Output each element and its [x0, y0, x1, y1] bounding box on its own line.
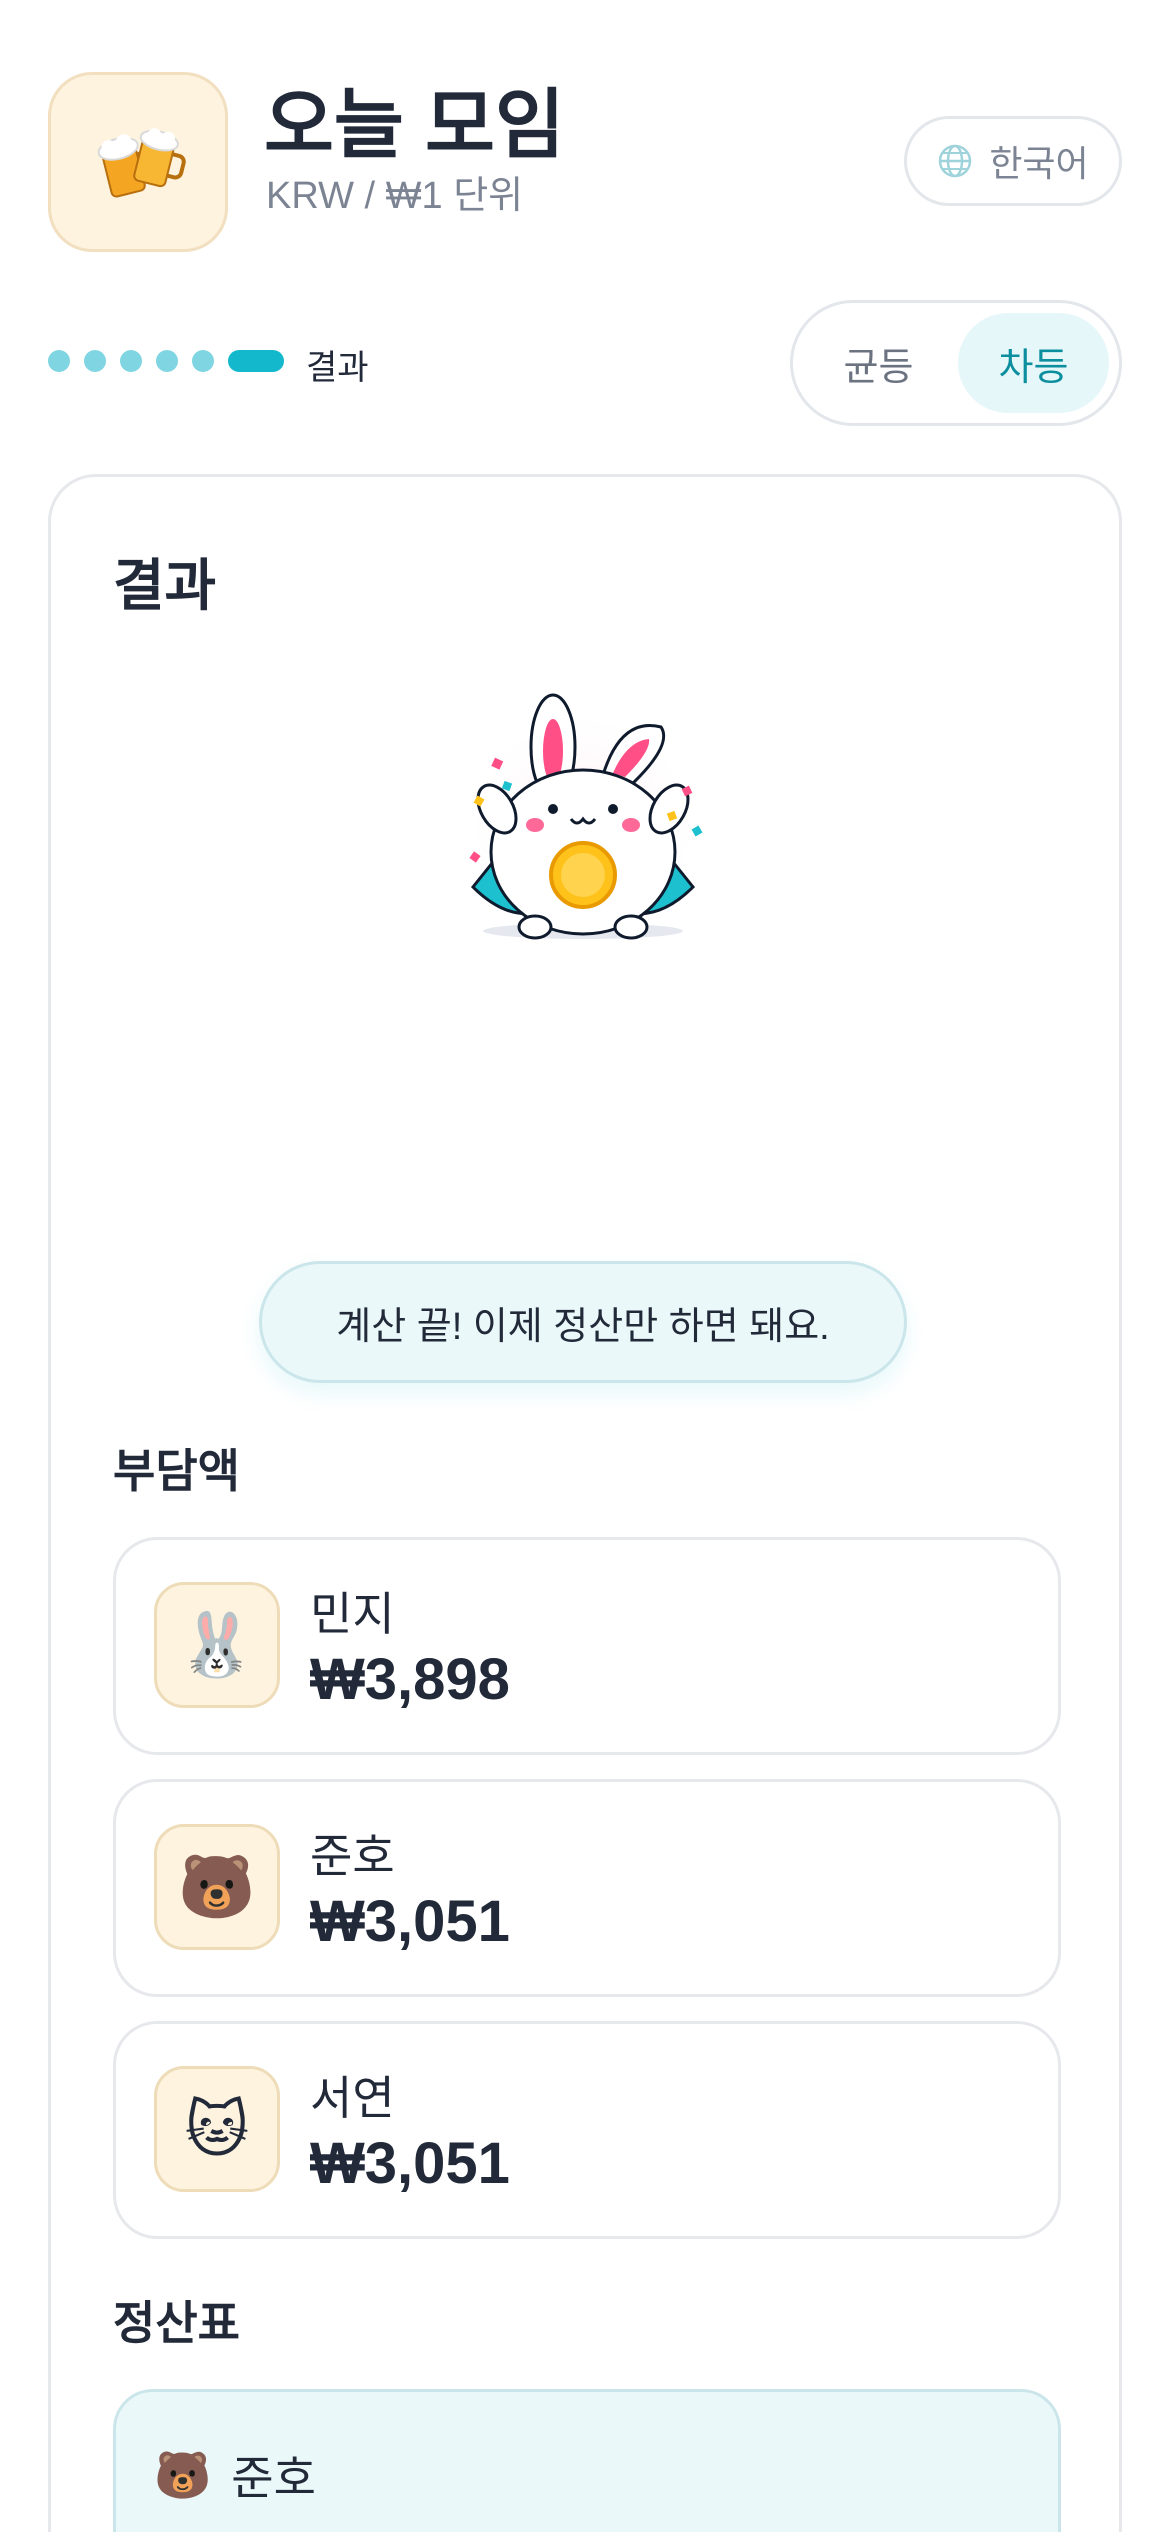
- step-dot: [156, 350, 178, 372]
- step-indicator: [48, 350, 284, 372]
- bunny-avatar: 🐰: [154, 1582, 280, 1708]
- language-label: 한국어: [989, 143, 1089, 184]
- split-mode-toggle: 균등 차등: [790, 300, 1122, 426]
- cat-avatar: 🐱: [154, 2066, 280, 2192]
- step-dot: [120, 350, 142, 372]
- bunny-mascot-illustration: [463, 693, 703, 947]
- step-dot: [48, 350, 70, 372]
- share-row[interactable]: 🐱 서연 ₩3,051: [113, 2021, 1061, 2239]
- settlement-card[interactable]: 🐻 준호: [113, 2389, 1061, 2532]
- settlement-payer-name: 준호: [231, 2452, 316, 2504]
- share-amount: ₩3,898: [310, 1647, 510, 1712]
- settlement-payer: 🐻 준호: [154, 2442, 316, 2508]
- app-icon: [48, 72, 228, 252]
- step-dot: [192, 350, 214, 372]
- bear-avatar: 🐻: [154, 2448, 212, 2501]
- step-dot: [84, 350, 106, 372]
- bear-avatar: 🐻: [154, 1824, 280, 1950]
- split-mode-weighted[interactable]: 차등: [958, 313, 1109, 413]
- share-row[interactable]: 🐰 민지 ₩3,898: [113, 1537, 1061, 1755]
- step-label: 결과: [306, 349, 369, 387]
- currency-subtitle: KRW / ₩1 단위: [266, 175, 524, 217]
- share-amount: ₩3,051: [310, 2131, 510, 2196]
- settlement-section-title: 정산표: [113, 2297, 240, 2349]
- language-button[interactable]: 한국어: [904, 116, 1122, 206]
- result-card: 결과 계산 끝! 이제 정산만 하면 돼요. 부담액 🐰 민지 ₩3,898 🐻…: [48, 474, 1122, 2532]
- shares-section-title: 부담액: [113, 1445, 240, 1497]
- beer-mugs-icon: [97, 128, 186, 198]
- split-mode-equal[interactable]: 균등: [803, 313, 954, 413]
- result-title: 결과: [113, 554, 217, 617]
- step-dot-current: [228, 350, 284, 372]
- share-name: 준호: [310, 1830, 395, 1882]
- share-name: 서연: [310, 2072, 395, 2124]
- share-row[interactable]: 🐻 준호 ₩3,051: [113, 1779, 1061, 1997]
- globe-icon: [939, 144, 972, 178]
- share-amount: ₩3,051: [310, 1889, 510, 1954]
- result-message: 계산 끝! 이제 정산만 하면 돼요.: [259, 1261, 907, 1383]
- page-title: 오늘 모임: [264, 83, 565, 168]
- share-name: 민지: [310, 1588, 395, 1640]
